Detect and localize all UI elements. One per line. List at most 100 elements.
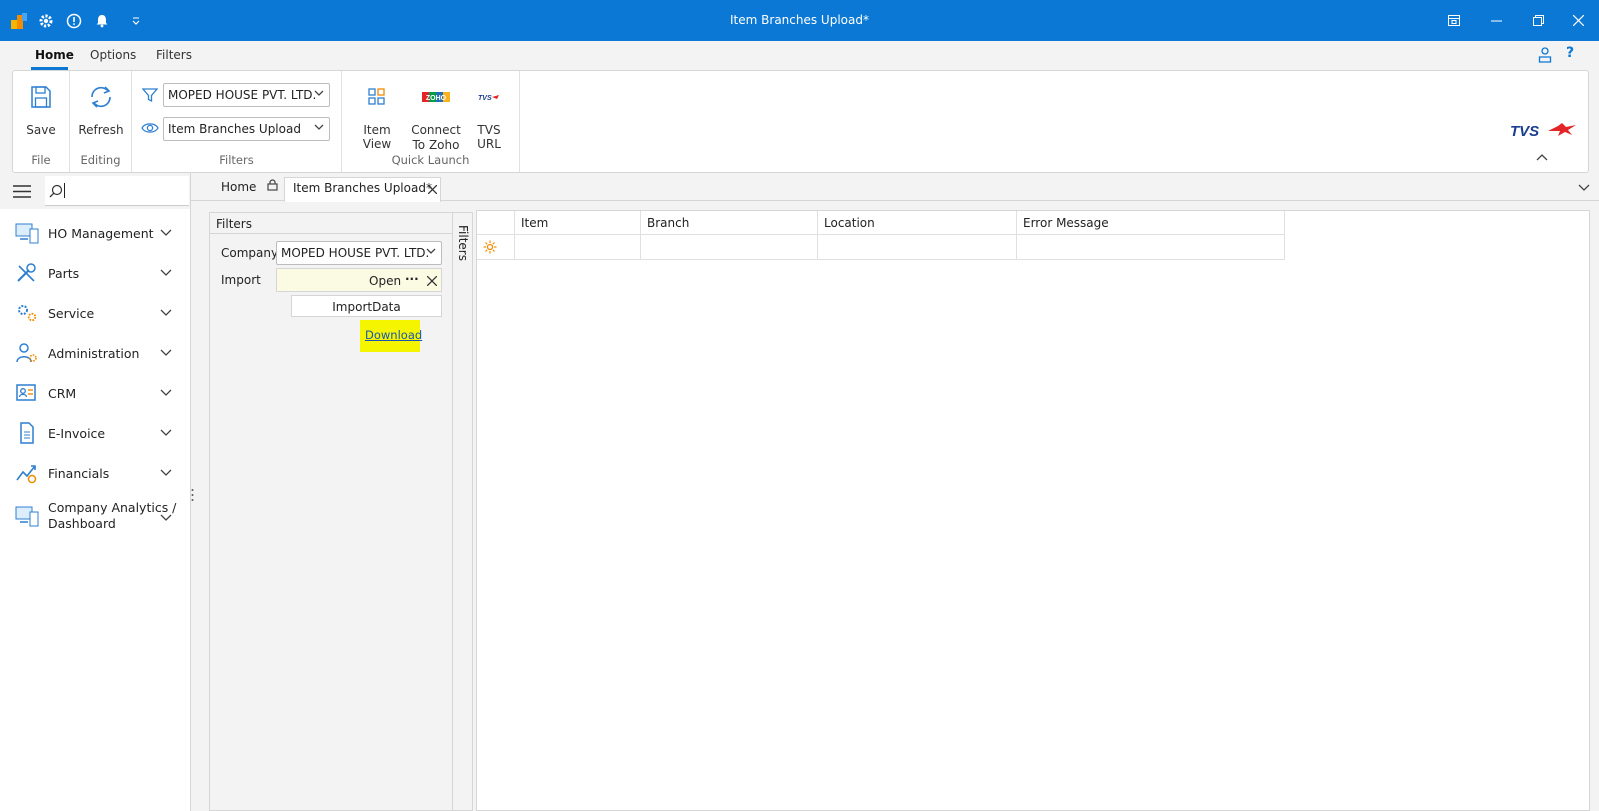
column-header-location[interactable]: Location [818,211,1017,235]
company-select[interactable]: MOPED HOUSE PVT. LTD. [276,241,442,265]
grid-cell-branch[interactable] [641,235,818,260]
save-button[interactable]: Save [17,79,65,137]
sidebar-item-label: HO Management [48,226,154,241]
grid-cell-location[interactable] [818,235,1017,260]
chevron-down-icon[interactable] [160,306,172,320]
hamburger-menu-icon[interactable] [13,185,31,201]
chart-coins-icon [15,462,39,484]
filters-panel: Filters Company MOPED HOUSE PVT. LTD. Im… [209,212,453,811]
sidebar-search-input[interactable] [45,176,189,206]
ribbon-group-editing: Refresh Editing [70,71,132,172]
grid-indicator-header [477,211,515,235]
group-label-quick-launch: Quick Launch [391,153,470,167]
chevron-down-icon[interactable] [426,245,436,259]
sidebar-top-bar [0,173,190,209]
sidebar-item-parts[interactable]: Parts [0,253,190,293]
view-filter-value: Item Branches Upload [168,122,301,136]
tvs-brand-logo: TVS [1510,121,1580,142]
import-data-button[interactable]: ImportData [291,295,442,317]
tools-icon [15,262,39,284]
sidebar-item-label: CRM [48,386,77,401]
filters-side-strip[interactable]: Filters [453,212,473,811]
monitor-icon [15,222,39,244]
refresh-label: Refresh [78,123,124,137]
splitter-grip-icon[interactable] [191,488,194,505]
sidebar-item-financials[interactable]: Financials [0,453,190,493]
minimize-button[interactable] [1475,0,1517,41]
monitor-icon [15,505,39,527]
filters-strip-label: Filters [456,225,470,261]
search-icon [49,184,63,201]
tvs-small-logo-icon: TVS [464,79,514,115]
tab-list-chevron-icon[interactable] [1578,181,1590,195]
company-label: Company [221,246,279,260]
download-link[interactable]: Download [365,328,422,342]
chevron-down-icon[interactable] [160,266,172,280]
company-filter-combo[interactable]: MOPED HOUSE PVT. LTD. [163,83,330,107]
import-file-field[interactable]: Open ··· [276,268,442,292]
gears-icon [15,302,39,324]
sidebar-item-service[interactable]: Service [0,293,190,333]
grid-cell-error-message[interactable] [1017,235,1285,260]
sidebar-item-company-analytics[interactable]: Company Analytics / Dashboard [0,493,190,539]
svg-text:TVS: TVS [1510,123,1539,139]
user-settings-icon [15,342,39,364]
save-label: Save [26,123,56,137]
tab-home[interactable]: Home [35,48,74,62]
help-icon[interactable]: ? [1566,45,1574,61]
sidebar: HO Management Parts Service Administrati… [0,173,194,811]
lock-icon[interactable] [267,179,278,194]
refresh-button[interactable]: Refresh [77,79,125,137]
sidebar-item-e-invoice[interactable]: E-Invoice [0,413,190,453]
close-tab-icon[interactable] [427,183,438,197]
chevron-down-icon[interactable] [314,87,324,101]
ribbon-group-file: Save File [13,71,70,172]
close-window-button[interactable] [1557,0,1599,41]
sidebar-splitter[interactable] [190,173,191,811]
data-grid: Item Branch Location Error Message [476,210,1590,811]
chevron-down-icon[interactable] [160,426,172,440]
chevron-down-icon[interactable] [160,386,172,400]
download-highlight: Download [360,320,422,352]
doc-tab-item-branches-upload[interactable]: Item Branches Upload* [284,177,441,202]
item-view-icon [349,79,405,115]
chevron-down-icon[interactable] [160,466,172,480]
column-header-error-message[interactable]: Error Message [1017,211,1285,235]
browse-ellipsis-icon[interactable]: ··· [405,272,419,286]
sidebar-item-label-line1: Company Analytics / [48,500,177,515]
doc-tab-home[interactable]: Home [221,180,256,194]
column-header-branch[interactable]: Branch [641,211,818,235]
connect-zoho-label: Connect To Zoho [411,123,461,153]
save-icon [17,79,65,115]
connect-zoho-label-line2: To Zoho [412,138,460,152]
window-title: Item Branches Upload* [730,13,869,27]
account-icon[interactable] [1538,47,1552,66]
clear-icon[interactable] [426,275,438,289]
restore-button[interactable] [1517,0,1559,41]
item-view-button[interactable]: Item View [349,79,405,151]
chevron-down-icon[interactable] [160,511,172,525]
connect-zoho-label-line1: Connect [411,123,461,137]
sidebar-item-label: Company Analytics / Dashboard [48,500,176,532]
grid-cell-item[interactable] [515,235,641,260]
new-row-indicator[interactable] [477,235,515,260]
chevron-down-icon[interactable] [314,121,324,135]
chevron-down-icon[interactable] [160,226,172,240]
sidebar-item-label: E-Invoice [48,426,106,441]
ribbon-tab-bar: Home Options Filters ? [0,41,1599,70]
collapse-ribbon-icon[interactable] [1536,150,1548,164]
sidebar-item-label: Administration [48,346,140,361]
tvs-url-button[interactable]: TVS TVS URL [464,79,514,151]
sidebar-item-administration[interactable]: Administration [0,333,190,373]
view-filter-combo[interactable]: Item Branches Upload [163,117,330,141]
filters-panel-title: Filters [210,213,452,234]
tab-filters[interactable]: Filters [156,48,192,62]
connect-zoho-button[interactable]: ZOHO Connect To Zoho [411,79,461,153]
sidebar-item-ho-management[interactable]: HO Management [0,213,190,253]
column-header-item[interactable]: Item [515,211,641,235]
sidebar-item-crm[interactable]: CRM [0,373,190,413]
chevron-down-icon[interactable] [160,346,172,360]
layout-icon[interactable] [1433,0,1475,41]
tab-options[interactable]: Options [90,48,136,62]
group-label-file: File [31,153,51,167]
